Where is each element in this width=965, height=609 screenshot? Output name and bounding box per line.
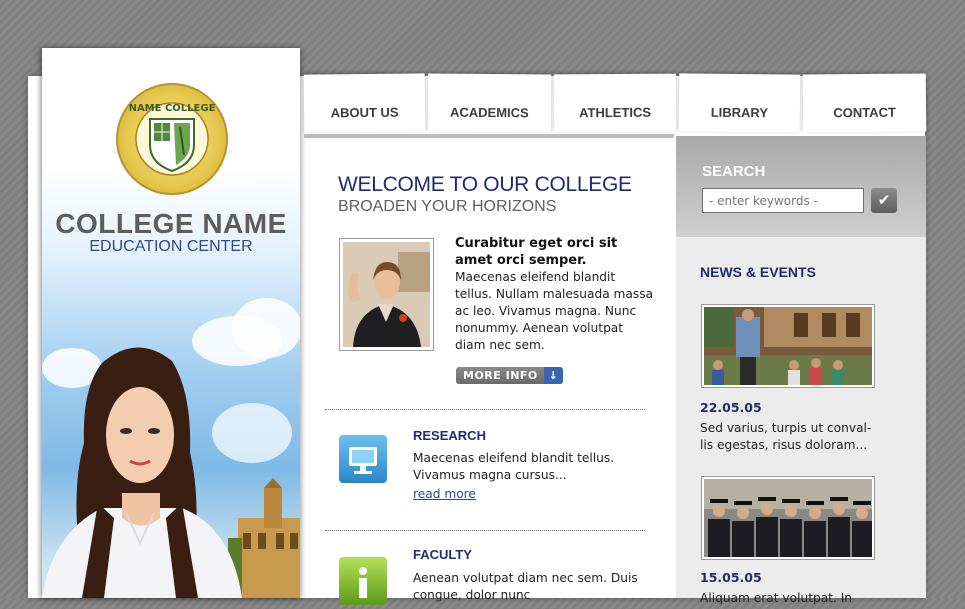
tab-contact[interactable]: CONTACT [802, 73, 927, 133]
main-navigation: ABOUT US ACADEMICS ATHLETICS LIBRARY CON… [303, 73, 927, 136]
section-text-research: Maecenas eleifend blandit tellus. Vivamu… [413, 451, 615, 482]
news-text: Aliquam erat volutpat. In [700, 591, 853, 605]
more-info-button[interactable]: MORE INFO ↓ [456, 367, 563, 384]
news-text: Sed varius, turpis ut conval-lis egestas… [700, 421, 872, 452]
teacher-photo [339, 238, 434, 351]
tab-academics[interactable]: ACADEMICS [427, 73, 552, 133]
intro-heading: Curabitur eget orci sit amet orci semper… [455, 236, 618, 268]
welcome-title: WELCOME TO OUR COLLEGE [338, 173, 632, 196]
news-date: 22.05.05 [700, 400, 762, 415]
section-title-faculty: FACULTY [413, 547, 472, 562]
intro-text: Maecenas eleifend blandit tellus. Nullam… [455, 270, 654, 352]
search-panel [676, 136, 926, 237]
news-events-title: NEWS & EVENTS [700, 264, 816, 280]
tab-label: CONTACT [833, 104, 896, 121]
teacher-portrait-image [343, 242, 430, 347]
divider [325, 530, 645, 531]
section-title-research: RESEARCH [413, 428, 486, 443]
arrow-down-icon: ↓ [544, 367, 563, 384]
graduates-photo-image [704, 479, 872, 557]
news-date: 15.05.05 [700, 570, 762, 585]
tab-label: LIBRARY [710, 104, 769, 121]
nav-underline [304, 134, 674, 138]
search-input[interactable] [702, 188, 864, 213]
college-subtitle: EDUCATION CENTER [89, 238, 253, 255]
tab-athletics[interactable]: ATHLETICS [553, 73, 677, 133]
monitor-icon [349, 447, 377, 474]
tab-about-us[interactable]: ABOUT US [303, 73, 426, 133]
left-branding-panel: NAME COLLEGE COLLEGE NAME EDUCATION CENT… [42, 48, 300, 598]
news-image-2[interactable] [701, 476, 875, 560]
tab-label: ATHLETICS [579, 104, 652, 121]
checkmark-icon: ✔ [877, 191, 891, 209]
tab-label: ABOUT US [330, 104, 399, 121]
research-monitor-icon [339, 435, 387, 483]
divider [325, 409, 645, 410]
student-illustration [42, 347, 242, 598]
college-logo[interactable]: NAME COLLEGE [116, 83, 228, 195]
welcome-subtitle: BROADEN YOUR HORIZONS [338, 198, 557, 215]
news-image-1[interactable] [701, 304, 875, 388]
campus-photo-image [704, 307, 872, 385]
crest-icon: NAME COLLEGE [129, 102, 216, 176]
read-more-link[interactable]: read more [413, 487, 476, 501]
section-text-faculty: Aenean volutpat diam nec sem. Duis congu… [413, 571, 638, 602]
search-submit-button[interactable]: ✔ [871, 188, 897, 213]
tab-library[interactable]: LIBRARY [678, 73, 801, 133]
college-name: COLLEGE NAME [55, 208, 287, 239]
logo-text: NAME COLLEGE [129, 103, 216, 114]
tab-label: ACADEMICS [449, 104, 529, 121]
more-info-label: MORE INFO [463, 369, 538, 382]
search-label: SEARCH [702, 163, 766, 180]
